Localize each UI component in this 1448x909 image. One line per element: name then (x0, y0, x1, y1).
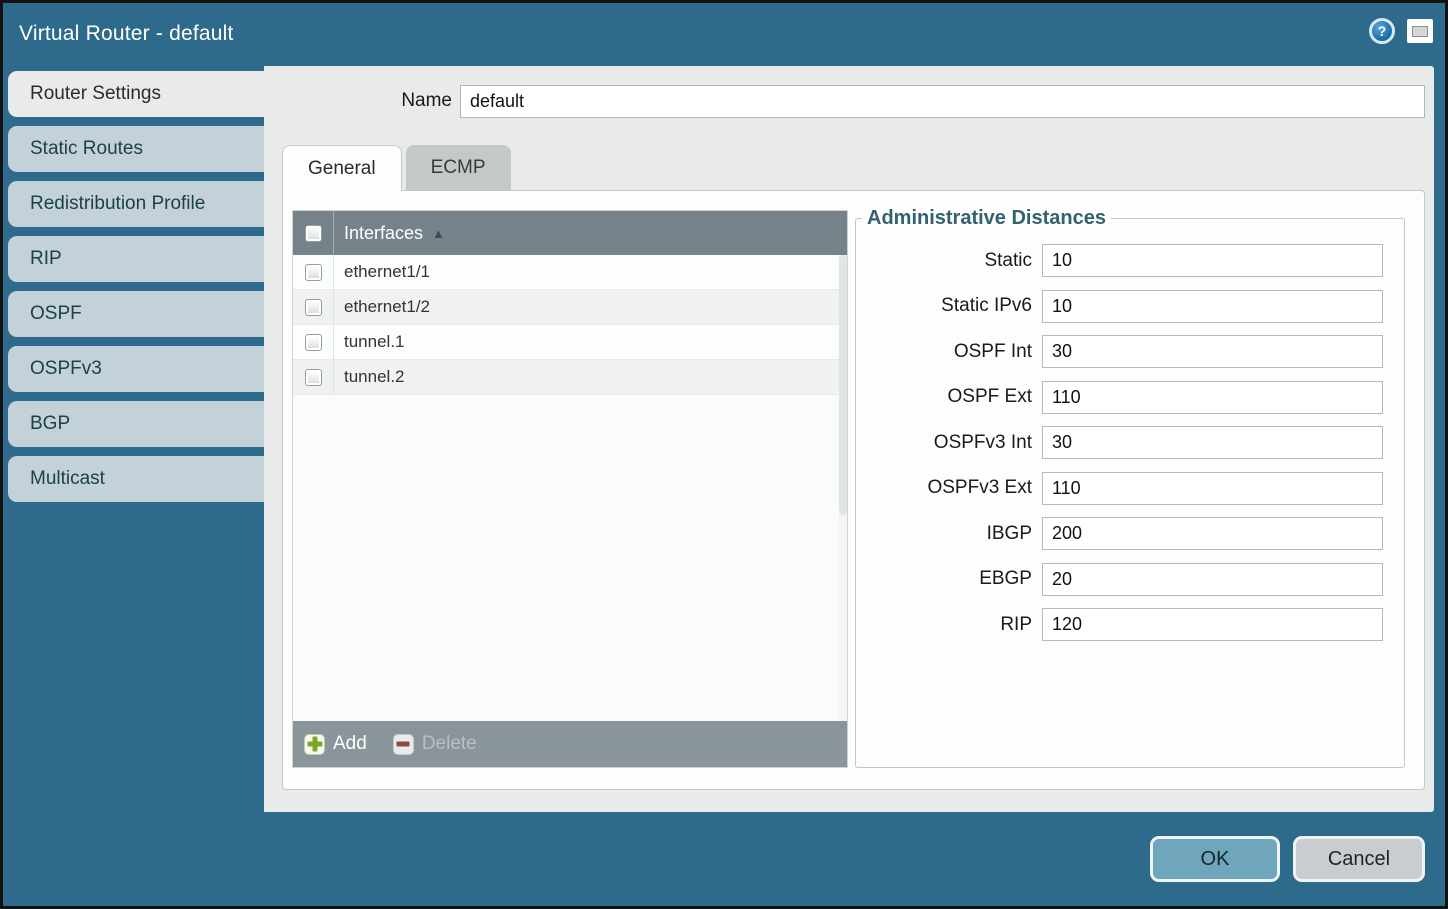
name-label: Name (264, 90, 460, 112)
content-area: Name GeneralECMP Interfaces ▲ ethernet1/… (264, 66, 1434, 812)
ad-label-ospf-int: OSPF Int (856, 341, 1042, 363)
sidebar-item-router-settings[interactable]: Router Settings (8, 71, 266, 117)
sidebar-item-ospf[interactable]: OSPF (8, 291, 264, 337)
scrollbar-thumb[interactable] (839, 255, 847, 515)
tabstrip: GeneralECMP (282, 145, 511, 191)
sort-ascending-icon: ▲ (432, 226, 445, 241)
ad-input-rip[interactable] (1042, 608, 1383, 641)
interfaces-column-label: Interfaces (344, 223, 423, 244)
row-checkbox-cell (293, 255, 334, 289)
row-checkbox-cell (293, 325, 334, 359)
row-label: ethernet1/1 (334, 255, 430, 289)
table-row-ethernet1-1[interactable]: ethernet1/1 (293, 255, 847, 290)
tab-ecmp[interactable]: ECMP (406, 145, 511, 190)
ad-input-ospf-ext[interactable] (1042, 381, 1383, 414)
ok-button[interactable]: OK (1150, 836, 1280, 882)
ad-row-static-ipv6: Static IPv6 (856, 290, 1404, 323)
administrative-distances-rows: Static Static IPv6 OSPF Int OSPF Ext OSPFv3 … (856, 244, 1404, 641)
row-checkbox-cell (293, 290, 334, 324)
ad-row-ibgp: IBGP (856, 517, 1404, 550)
sidebar-item-multicast[interactable]: Multicast (8, 456, 264, 502)
ad-row-ospf-int: OSPF Int (856, 335, 1404, 368)
titlebar: Virtual Router - default ? (3, 3, 1445, 65)
ad-row-ebgp: EBGP (856, 563, 1404, 596)
sidebar-item-redistribution-profile[interactable]: Redistribution Profile (8, 181, 264, 227)
administrative-distances-legend: Administrative Distances (862, 207, 1111, 230)
ad-input-static-ipv6[interactable] (1042, 290, 1383, 323)
header-checkbox-cell (293, 211, 334, 255)
ad-label-ospfv3-ext: OSPFv3 Ext (856, 477, 1042, 499)
ad-row-rip: RIP (856, 608, 1404, 641)
delete-button-label: Delete (422, 733, 477, 755)
help-icon[interactable]: ? (1369, 18, 1395, 44)
add-button[interactable]: Add (304, 733, 367, 755)
table-row-tunnel-2[interactable]: tunnel.2 (293, 360, 847, 395)
scrollbar-track[interactable] (839, 255, 847, 721)
ad-input-ospf-int[interactable] (1042, 335, 1383, 368)
ad-input-ebgp[interactable] (1042, 563, 1383, 596)
sidebar: Router Settings Static Routes Redistributi… (8, 71, 264, 511)
cancel-button[interactable]: Cancel (1293, 836, 1425, 882)
add-button-label: Add (333, 733, 367, 755)
general-tab-panel: Interfaces ▲ ethernet1/1ethernet1/2tunne… (282, 190, 1425, 790)
name-row: Name (264, 84, 1434, 118)
titlebar-icons: ? (1369, 18, 1433, 44)
ad-row-ospf-ext: OSPF Ext (856, 381, 1404, 414)
restore-window-icon-inner (1412, 26, 1428, 37)
ad-label-ebgp: EBGP (856, 568, 1042, 590)
delete-button[interactable]: Delete (393, 733, 477, 755)
row-checkbox[interactable] (305, 369, 322, 386)
row-checkbox[interactable] (305, 264, 322, 281)
minus-icon (393, 734, 414, 755)
ad-input-ibgp[interactable] (1042, 517, 1383, 550)
interfaces-column-header[interactable]: Interfaces ▲ (334, 211, 445, 255)
row-checkbox-cell (293, 360, 334, 394)
interfaces-rows: ethernet1/1ethernet1/2tunnel.1tunnel.2 (293, 255, 847, 721)
ad-row-static: Static (856, 244, 1404, 277)
interfaces-table-header: Interfaces ▲ (293, 211, 847, 255)
row-label: ethernet1/2 (334, 290, 430, 324)
ad-label-ospf-ext: OSPF Ext (856, 386, 1042, 408)
ad-row-ospfv3-ext: OSPFv3 Ext (856, 472, 1404, 505)
interfaces-table: Interfaces ▲ ethernet1/1ethernet1/2tunne… (292, 210, 848, 768)
table-row-ethernet1-2[interactable]: ethernet1/2 (293, 290, 847, 325)
row-checkbox[interactable] (305, 299, 322, 316)
ad-row-ospfv3-int: OSPFv3 Int (856, 426, 1404, 459)
ad-label-static: Static (856, 250, 1042, 272)
ad-label-ospfv3-int: OSPFv3 Int (856, 432, 1042, 454)
ad-label-rip: RIP (856, 614, 1042, 636)
name-input[interactable] (460, 85, 1425, 118)
sidebar-item-rip[interactable]: RIP (8, 236, 264, 282)
row-label: tunnel.2 (334, 360, 405, 394)
plus-icon (304, 734, 325, 755)
sidebar-item-static-routes[interactable]: Static Routes (8, 126, 264, 172)
row-label: tunnel.1 (334, 325, 405, 359)
dialog-title: Virtual Router - default (19, 22, 234, 46)
table-row-tunnel-1[interactable]: tunnel.1 (293, 325, 847, 360)
row-checkbox[interactable] (305, 334, 322, 351)
interfaces-table-footer: Add Delete (293, 721, 847, 767)
ad-label-ibgp: IBGP (856, 523, 1042, 545)
ad-input-static[interactable] (1042, 244, 1383, 277)
tab-general[interactable]: General (282, 145, 402, 191)
sidebar-item-ospfv3[interactable]: OSPFv3 (8, 346, 264, 392)
select-all-checkbox[interactable] (305, 225, 322, 242)
ad-input-ospfv3-int[interactable] (1042, 426, 1383, 459)
ad-label-static-ipv6: Static IPv6 (856, 295, 1042, 317)
restore-window-icon[interactable] (1407, 19, 1433, 43)
ad-input-ospfv3-ext[interactable] (1042, 472, 1383, 505)
administrative-distances-fieldset: Administrative Distances Static Static IP… (855, 207, 1405, 768)
virtual-router-dialog: Virtual Router - default ? Router Settin… (0, 0, 1448, 909)
sidebar-item-bgp[interactable]: BGP (8, 401, 264, 447)
